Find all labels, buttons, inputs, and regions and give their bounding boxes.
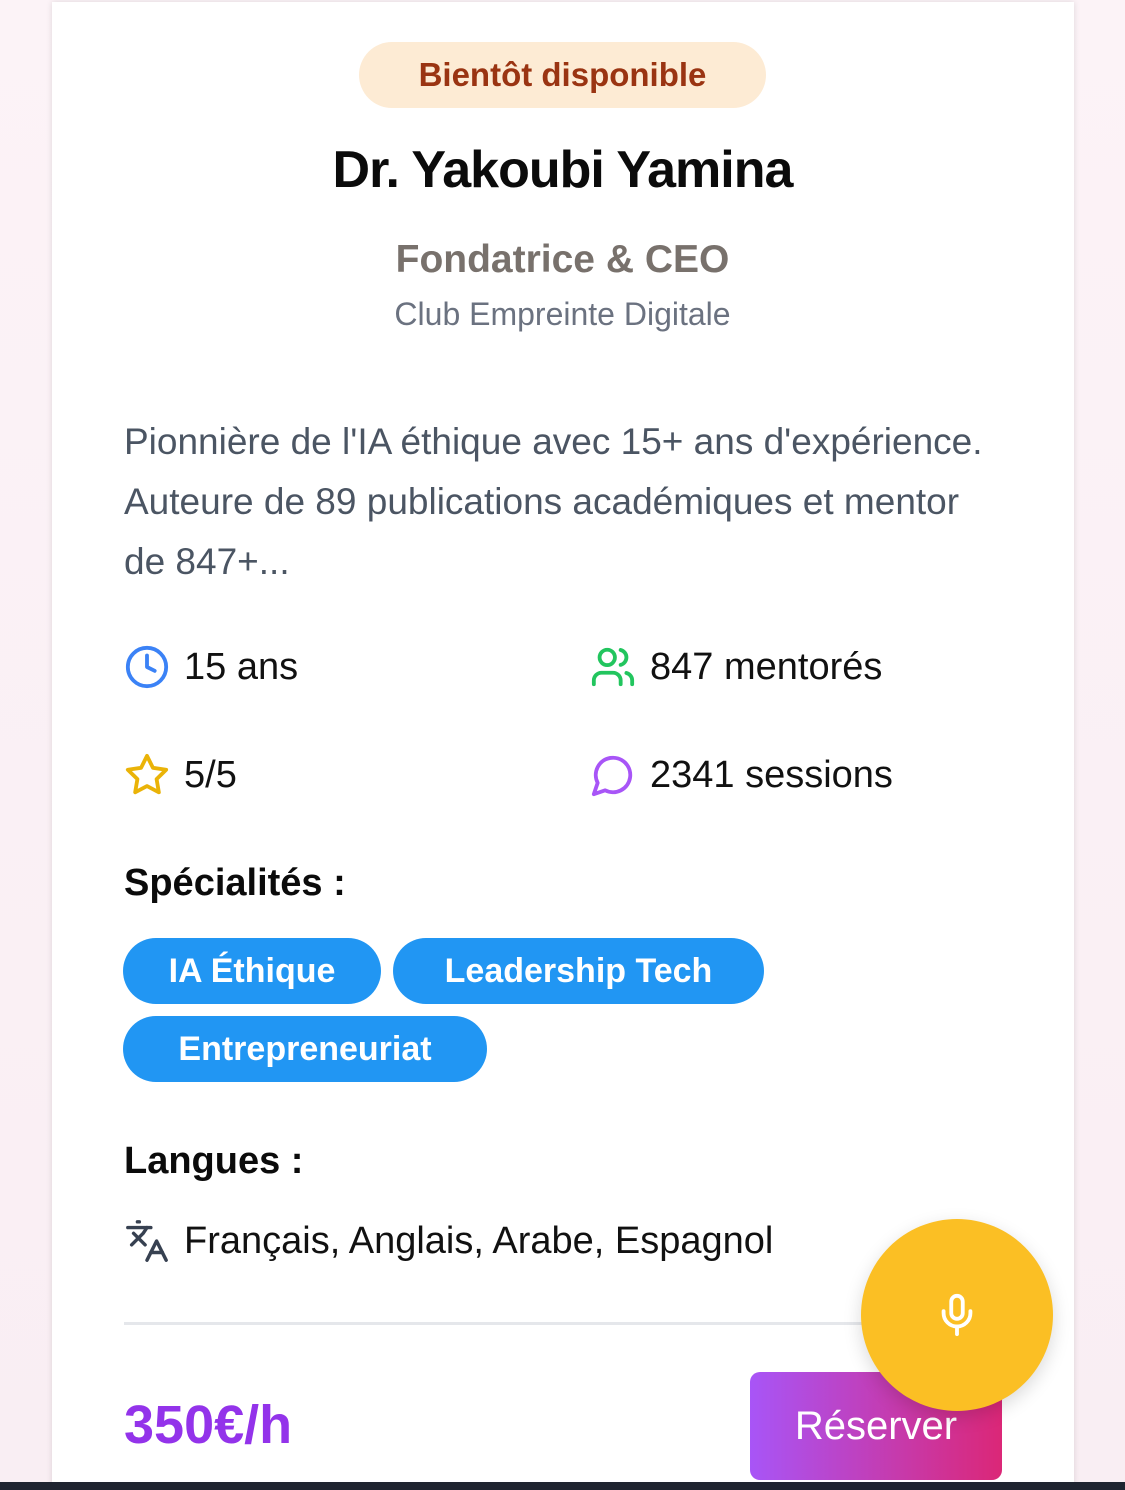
microphone-button[interactable] [861, 1219, 1053, 1411]
price: 350€/h [124, 1395, 293, 1455]
stat-rating-value: 5/5 [184, 753, 237, 796]
mentor-bio: Pionnière de l'IA éthique avec 15+ ans d… [124, 421, 983, 582]
users-icon [591, 647, 635, 687]
languages-title: Langues : [124, 1140, 304, 1182]
message-circle-icon [591, 755, 633, 797]
stat-mentees-value: 847 mentorés [650, 645, 883, 688]
stat-mentees: 847 mentorés [590, 644, 882, 690]
stat-rating: 5/5 [124, 752, 237, 798]
languages-value: Français, Anglais, Arabe, Espagnol [184, 1219, 774, 1262]
star-icon [125, 753, 169, 795]
specialty-chip[interactable]: IA Éthique [123, 938, 381, 1004]
mentor-name: Dr. Yakoubi Yamina [332, 141, 794, 199]
availability-badge: Bientôt disponible [359, 42, 766, 108]
stat-sessions: 2341 sessions [590, 752, 893, 798]
stat-experience-value: 15 ans [184, 645, 299, 688]
bottom-bar [0, 1482, 1125, 1490]
translate-icon [126, 1220, 168, 1262]
mentor-role: Fondatrice & CEO [395, 238, 730, 281]
stat-experience: 15 ans [124, 644, 298, 690]
page: Bientôt disponible Dr. Yakoubi Yamina Fo… [0, 0, 1125, 1490]
microphone-icon [941, 1293, 973, 1337]
clock-icon [125, 645, 169, 689]
mentor-organization: Club Empreinte Digitale [394, 296, 731, 332]
languages-row: Français, Anglais, Arabe, Espagnol [124, 1218, 773, 1264]
specialties-title: Spécialités : [124, 862, 346, 904]
specialty-chip[interactable]: Entrepreneuriat [123, 1016, 487, 1082]
stat-sessions-value: 2341 sessions [650, 753, 893, 796]
specialty-chip[interactable]: Leadership Tech [393, 938, 764, 1004]
